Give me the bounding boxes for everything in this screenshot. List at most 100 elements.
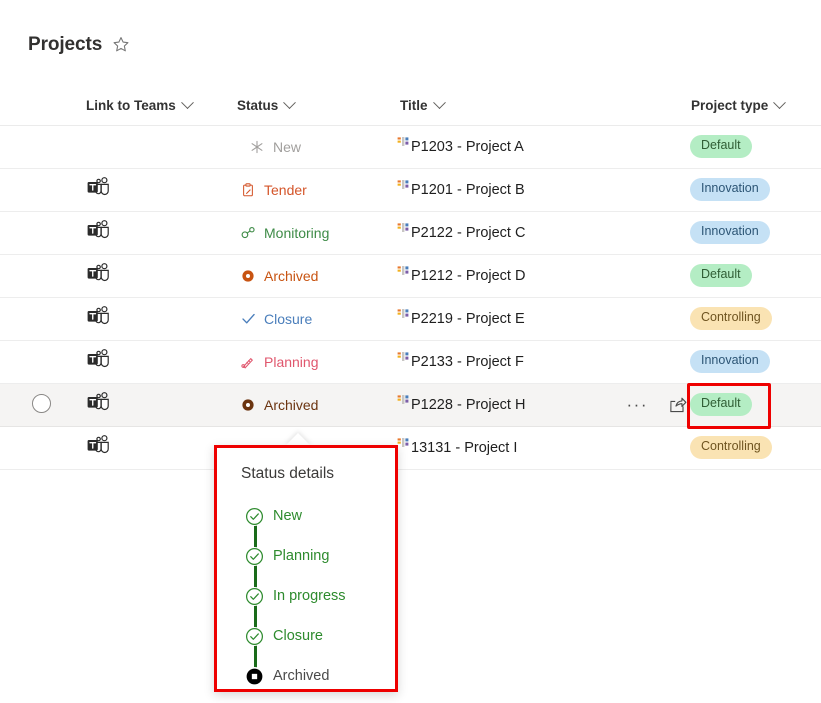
star-icon[interactable] [112, 36, 130, 54]
project-type-pill[interactable]: Default [690, 393, 752, 416]
sparkle-icon [249, 139, 265, 155]
status-cell[interactable]: Archived [237, 383, 387, 427]
project-type-pill[interactable]: Innovation [690, 178, 770, 201]
status-label: Closure [264, 310, 313, 327]
binoculars-icon [240, 225, 256, 241]
column-header-status[interactable]: Status [237, 86, 387, 126]
table-row[interactable]: 13131 - Project I Controlling [0, 426, 821, 470]
row-select-cell [0, 254, 82, 298]
table-row[interactable]: Tender P1201 - Project B Innovation [0, 168, 821, 212]
table-row[interactable]: Closure P2219 - Project E Controlling [0, 297, 821, 341]
project-title-link[interactable]: P2133 - Project F [411, 354, 524, 370]
column-header-project-type[interactable]: Project type [687, 86, 821, 126]
project-title-link[interactable]: 13131 - Project I [411, 440, 517, 456]
project-type-pill[interactable]: Controlling [690, 436, 772, 459]
table-row[interactable]: Planning P2133 - Project F Innovation [0, 340, 821, 384]
status-cell[interactable]: Closure [237, 297, 387, 341]
title-cell[interactable]: P2219 - Project E [387, 297, 687, 341]
list-item-icon [397, 178, 409, 194]
check-circle-icon [245, 587, 264, 606]
project-type-pill[interactable]: Innovation [690, 221, 770, 244]
title-cell[interactable]: P1203 - Project A [387, 125, 687, 169]
project-title-link[interactable]: P1203 - Project A [411, 139, 524, 155]
link-to-teams-cell[interactable] [82, 383, 237, 427]
page-header: Projects [28, 34, 130, 54]
project-type-cell[interactable]: Innovation [687, 211, 821, 255]
chevron-down-icon[interactable] [180, 96, 194, 109]
project-title-link[interactable]: P1212 - Project D [411, 268, 525, 284]
status-cell[interactable]: Planning [237, 340, 387, 384]
project-type-pill[interactable]: Controlling [690, 307, 772, 330]
microsoft-teams-icon[interactable] [86, 176, 112, 200]
title-cell[interactable]: P1212 - Project D [387, 254, 687, 298]
clipboard-icon [240, 182, 256, 198]
project-type-cell[interactable]: Controlling [687, 426, 821, 470]
title-cell[interactable]: P2133 - Project F [387, 340, 687, 384]
title-cell[interactable]: P2122 - Project C [387, 211, 687, 255]
title-cell[interactable]: P1201 - Project B [387, 168, 687, 212]
table-row[interactable]: Archived P1212 - Project D Default [0, 254, 821, 298]
project-type-cell[interactable]: Default [687, 125, 821, 169]
row-select-placeholder [32, 179, 51, 198]
check-circle-icon [245, 627, 264, 646]
row-select-cell [0, 426, 82, 470]
chevron-down-icon[interactable] [432, 96, 446, 109]
microsoft-teams-icon[interactable] [86, 391, 112, 415]
link-to-teams-cell[interactable] [82, 211, 237, 255]
link-to-teams-cell[interactable] [82, 254, 237, 298]
microsoft-teams-icon[interactable] [86, 434, 112, 458]
pencil-icon [240, 354, 256, 370]
microsoft-teams-icon[interactable] [86, 262, 112, 286]
project-type-cell[interactable]: Innovation [687, 340, 821, 384]
project-title-link[interactable]: P1228 - Project H [411, 397, 525, 413]
link-to-teams-cell[interactable] [82, 340, 237, 384]
project-type-pill[interactable]: Default [690, 264, 752, 287]
title-cell[interactable]: 13131 - Project I [387, 426, 687, 470]
status-cell[interactable]: New [237, 125, 387, 169]
status-label: Monitoring [264, 224, 330, 241]
link-to-teams-cell [82, 125, 237, 169]
column-header-title[interactable]: Title [387, 86, 687, 126]
status-step: Planning [245, 537, 395, 577]
chevron-down-icon[interactable] [283, 96, 297, 109]
project-title-link[interactable]: P1201 - Project B [411, 182, 525, 198]
microsoft-teams-icon[interactable] [86, 305, 112, 329]
status-label: New [273, 138, 302, 155]
link-to-teams-cell[interactable] [82, 297, 237, 341]
more-options-button[interactable]: ··· [627, 396, 648, 413]
row-select-cell [0, 297, 82, 341]
table-row[interactable]: New P1203 - Project A Default [0, 125, 821, 169]
project-title-link[interactable]: P2122 - Project C [411, 225, 525, 241]
microsoft-teams-icon[interactable] [86, 219, 112, 243]
table-row[interactable]: Archived P1228 - Project H ··· Default [0, 383, 821, 427]
status-step: New [245, 497, 395, 537]
row-select-placeholder [32, 136, 51, 155]
link-to-teams-cell[interactable] [82, 168, 237, 212]
table-row[interactable]: Monitoring P2122 - Project C Innovation [0, 211, 821, 255]
chevron-down-icon[interactable] [773, 96, 787, 109]
status-label: Archived [264, 267, 319, 284]
status-step-label: New [273, 508, 303, 525]
project-type-cell[interactable]: Controlling [687, 297, 821, 341]
project-type-cell[interactable]: Default [687, 383, 821, 427]
status-cell[interactable]: Tender [237, 168, 387, 212]
project-type-cell[interactable]: Innovation [687, 168, 821, 212]
row-select-cell[interactable] [0, 383, 82, 427]
status-cell[interactable]: Monitoring [237, 211, 387, 255]
column-label-status: Status [237, 97, 279, 113]
project-type-pill[interactable]: Innovation [690, 350, 770, 373]
status-step: Closure [245, 617, 395, 657]
list-item-icon [397, 264, 409, 280]
project-type-pill[interactable]: Default [690, 135, 752, 158]
microsoft-teams-icon[interactable] [86, 348, 112, 372]
row-select-cell [0, 168, 82, 212]
project-type-cell[interactable]: Default [687, 254, 821, 298]
column-label-project-type: Project type [691, 97, 769, 113]
status-label: Archived [264, 396, 319, 413]
row-select-radio[interactable] [31, 393, 51, 413]
status-step-list: New Planning In progress Closure Archived [217, 497, 395, 697]
status-cell[interactable]: Archived [237, 254, 387, 298]
share-icon[interactable] [668, 395, 687, 414]
project-title-link[interactable]: P2219 - Project E [411, 311, 525, 327]
column-header-link-to-teams[interactable]: Link to Teams [82, 86, 237, 126]
